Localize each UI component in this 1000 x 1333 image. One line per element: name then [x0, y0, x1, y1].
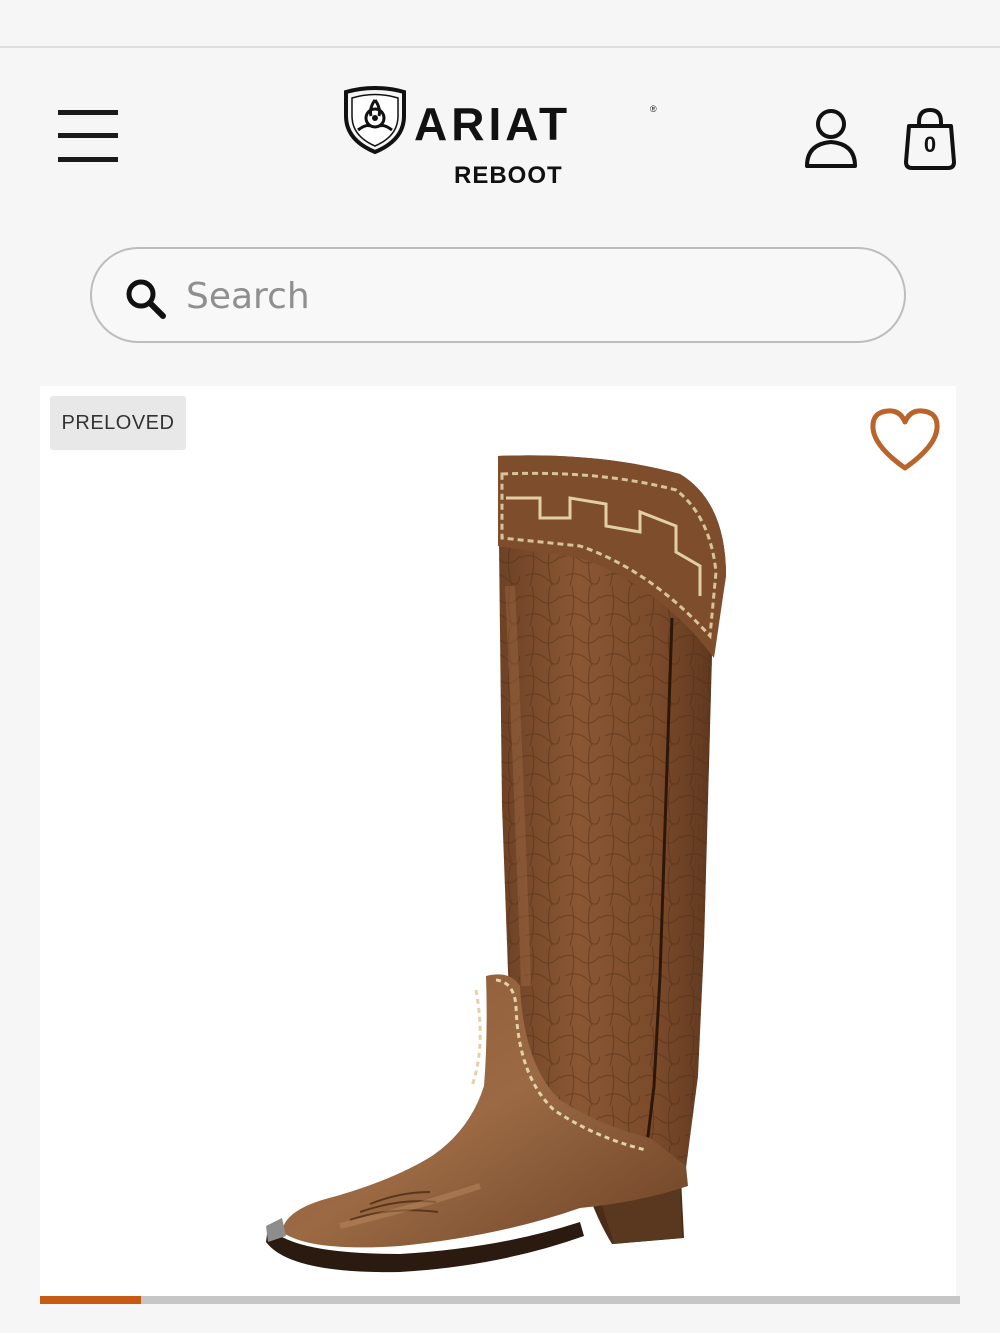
registered-mark: ® — [650, 104, 657, 114]
heart-outline-icon[interactable] — [868, 406, 942, 474]
site-header: ARIAT ® REBOOT 0 — [0, 48, 1000, 228]
search-input[interactable] — [184, 269, 878, 323]
product-image[interactable] — [40, 386, 956, 1296]
image-carousel-progress[interactable] — [40, 1296, 960, 1304]
product-card[interactable]: PRELOVED — [40, 386, 956, 1296]
user-icon[interactable] — [800, 106, 862, 172]
shopping-bag-icon[interactable]: 0 — [900, 106, 960, 172]
brand-wordmark: ARIAT — [414, 98, 572, 150]
cart-count-badge: 0 — [923, 132, 937, 157]
brand-logo[interactable]: ARIAT ® REBOOT — [340, 86, 670, 196]
hamburger-menu-icon[interactable] — [58, 110, 120, 164]
ariat-shield-icon — [344, 86, 406, 155]
search-bar[interactable] — [90, 247, 906, 343]
sub-brand-label: REBOOT — [454, 162, 563, 189]
carousel-progress-fill — [40, 1296, 142, 1304]
preloved-badge: PRELOVED — [50, 396, 186, 450]
search-icon[interactable] — [124, 277, 168, 321]
